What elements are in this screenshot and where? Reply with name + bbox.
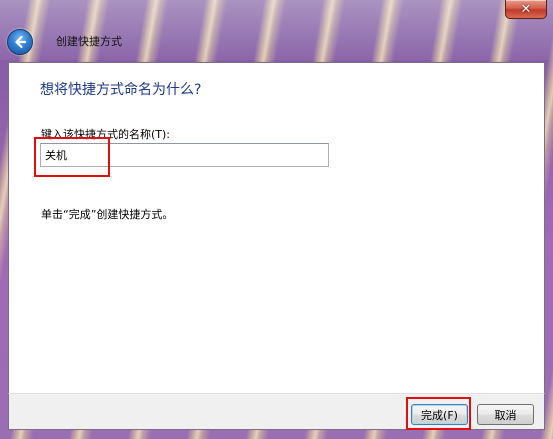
finish-button[interactable]: 完成(F) [411,404,468,425]
content-panel: 想将快捷方式命名为什么? 键入该快捷方式的名称(T): 单击“完成”创建快捷方式… [8,62,545,394]
close-icon: ✕ [520,1,532,17]
frame-gloss [0,0,553,60]
back-button[interactable] [7,29,33,55]
window-title: 创建快捷方式 [56,35,122,48]
name-field-label: 键入该快捷方式的名称(T): [41,128,171,141]
close-button[interactable]: ✕ [505,0,547,19]
button-bar: 完成(F) 取消 [8,393,545,430]
back-arrow-icon [15,35,27,49]
shortcut-name-input[interactable] [40,143,329,167]
finish-hint-text: 单击“完成”创建快捷方式。 [41,208,174,221]
cancel-button[interactable]: 取消 [477,404,534,425]
page-heading: 想将快捷方式命名为什么? [40,82,202,98]
